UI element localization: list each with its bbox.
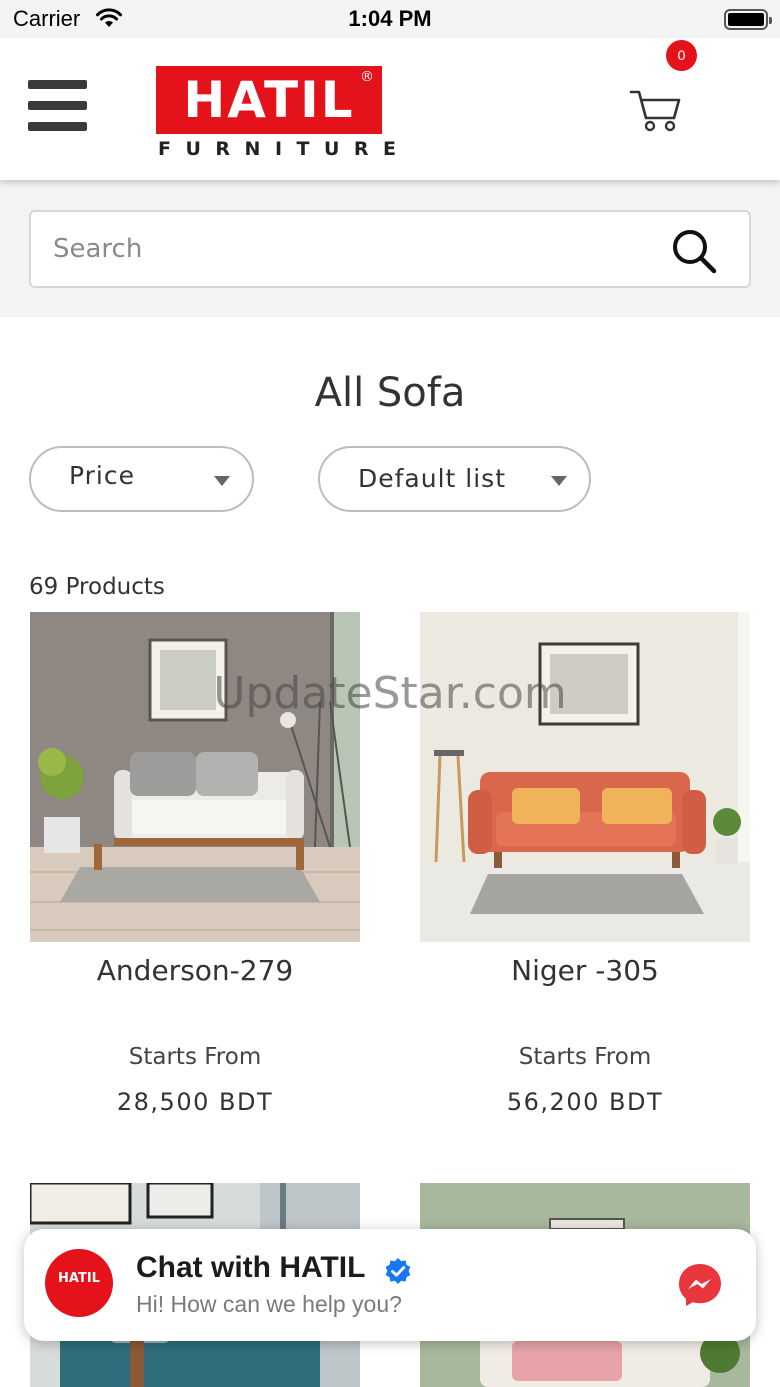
chat-avatar: HATIL xyxy=(45,1249,113,1317)
starts-from-label: Starts From xyxy=(128,1044,262,1070)
verified-badge-icon xyxy=(385,1258,411,1284)
status-time: 1:04 PM xyxy=(348,6,432,31)
product-price: 56,200 BDT xyxy=(506,1088,664,1116)
chat-subtitle: Hi! How can we help you? xyxy=(136,1291,402,1317)
logo-wordmark: HATIL ® xyxy=(156,66,382,134)
starts-from-label: Starts From xyxy=(518,1044,652,1070)
search-section xyxy=(0,180,780,317)
cart-icon[interactable] xyxy=(628,84,684,134)
search-icon[interactable] xyxy=(671,228,717,274)
messenger-icon[interactable] xyxy=(677,1262,723,1308)
price-filter-label: Price xyxy=(69,461,135,490)
search-input[interactable] xyxy=(53,212,673,286)
sort-dropdown[interactable]: Default list xyxy=(318,446,591,512)
chevron-down-icon xyxy=(551,476,567,486)
menu-icon[interactable] xyxy=(28,80,88,132)
sort-label: Default list xyxy=(358,464,507,493)
app-header: HATIL ® FURNITURE xyxy=(0,38,780,180)
chevron-down-icon xyxy=(214,476,230,486)
logo-subtitle: FURNITURE xyxy=(158,138,411,160)
product-image[interactable] xyxy=(30,612,360,942)
product-count: 69 Products xyxy=(29,574,165,600)
page-title: All Sofa xyxy=(314,370,466,416)
chat-widget[interactable]: HATIL Chat with HATIL Hi! How can we hel… xyxy=(24,1229,756,1341)
product-price: 28,500 BDT xyxy=(116,1088,274,1116)
product-name[interactable]: Anderson-279 xyxy=(30,954,360,987)
search-bar[interactable] xyxy=(29,210,751,288)
product-name[interactable]: Niger -305 xyxy=(420,954,750,987)
status-bar: Carrier 1:04 PM xyxy=(0,0,780,38)
chat-title: Chat with HATIL xyxy=(136,1251,366,1284)
battery-icon xyxy=(724,9,772,30)
product-image[interactable] xyxy=(420,612,750,942)
cart-count-badge[interactable]: 0 xyxy=(666,40,697,71)
price-filter-dropdown[interactable]: Price xyxy=(29,446,254,512)
hatil-logo[interactable]: HATIL ® FURNITURE xyxy=(156,66,411,160)
